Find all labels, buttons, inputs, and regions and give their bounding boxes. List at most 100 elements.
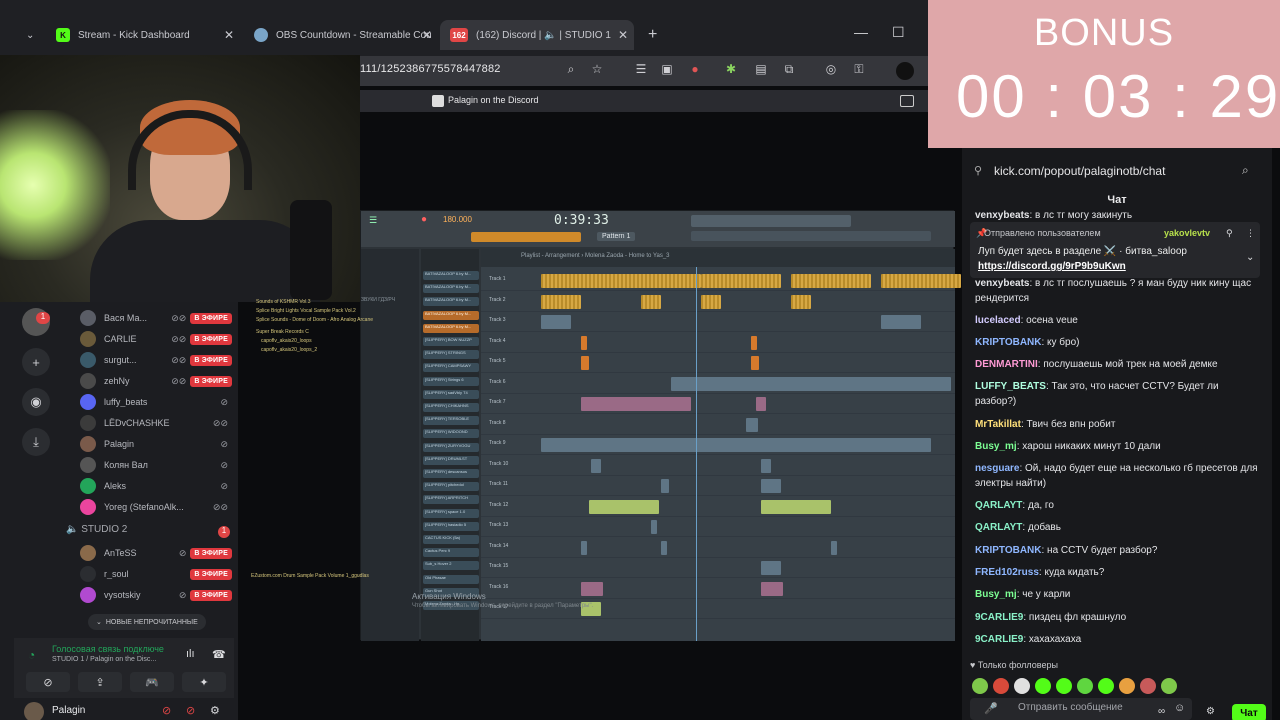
camera-off-button[interactable]: ⊘ [26,672,70,692]
close-icon[interactable]: ✕ [422,28,432,42]
popout-icon[interactable] [900,95,914,107]
pattern-clip[interactable] [761,561,781,575]
playlist-track[interactable]: Track 5 [481,353,955,373]
mic-muted-icon[interactable]: ⊘ [162,704,171,717]
chat-url[interactable]: kick.com/popout/palaginotb/chat [994,164,1165,178]
search-icon[interactable]: ⌕ [1242,163,1249,178]
channel-button[interactable]: BATIVAZALOOP 6.by M... [423,310,479,320]
emote-icon[interactable] [1035,678,1051,694]
pack-item[interactable]: Sounds of KSHMR Vol.3 [256,299,416,305]
emote-icon[interactable] [1161,678,1177,694]
channel-button[interactable]: CACTUS KICK (5a) [423,535,479,544]
pattern-clip[interactable] [589,499,659,514]
voice-channel-path[interactable]: STUDIO 1 / Palagin on the Disc... [52,656,156,663]
extension-icon[interactable]: ☰ [632,62,650,80]
gear-icon[interactable]: ⚙ [1206,706,1215,717]
new-tab-button[interactable]: + [638,22,658,48]
deafen-icon[interactable]: ⊘ [186,704,195,717]
search-icon[interactable]: ⌕ [562,62,580,80]
playlist-track[interactable]: Track 1 [481,271,961,291]
emote-icon[interactable] [993,678,1009,694]
channel-button[interactable]: BATIVAZALOOP 6.by M... [423,323,479,333]
channel-button[interactable]: [SLIPPERY] TERSOBLE [423,416,479,426]
pattern-clip[interactable] [591,458,601,473]
playlist-track[interactable]: Track 2 [481,292,955,312]
emote-icon[interactable] [1077,678,1093,694]
pattern-toolbar[interactable] [471,232,581,242]
minimize-icon[interactable]: — [854,24,868,40]
pattern-clip[interactable] [581,356,589,370]
close-icon[interactable]: ✕ [224,28,234,42]
emote-icon[interactable] [1014,678,1030,694]
pattern-clip[interactable] [791,294,811,309]
pattern-clip[interactable] [761,458,771,473]
playlist-track[interactable]: Track 3 [481,312,955,332]
emote-icon[interactable] [972,678,988,694]
channel-button[interactable]: Cactus Perc 9 [423,548,479,558]
pack-item[interactable]: Splice Bright Lights Vocal Sample Pack V… [256,308,416,314]
playlist-track[interactable]: Track 11 [481,476,955,496]
channel-button[interactable]: [SLIPPERY] CAMPSAWY [423,363,479,373]
channel-button[interactable]: [SLIPPERY] ARPRITCH [423,495,479,505]
playlist-track[interactable]: Track 9 [481,435,955,455]
menu-icon[interactable]: ☰ [369,215,377,226]
playlist-track[interactable]: Track 12 [481,497,955,517]
pattern-clip[interactable] [751,335,757,350]
channel-button[interactable]: Old Phasae [423,574,479,584]
pattern-clip[interactable] [581,335,587,350]
playhead[interactable] [696,267,697,641]
extension-icon[interactable]: ▤ [752,62,770,80]
channel-button[interactable]: [SLIPPERY] WIDOOND [423,429,479,439]
tool-buttons[interactable] [691,215,851,227]
playlist-track[interactable]: Track 13 [481,517,955,537]
playlist-track[interactable]: Track 4 [481,333,955,353]
avatar[interactable] [896,62,914,80]
pack-item[interactable]: capoflv_akais20_loops_2 [261,347,421,353]
pattern-clip[interactable] [661,540,667,555]
pin-icon[interactable]: ⚲ [1226,228,1233,239]
pattern-clip[interactable] [791,274,871,288]
settings-icon[interactable]: ⚲ [974,164,982,177]
playlist-track[interactable]: Track 10 [481,456,955,476]
emote-icon[interactable] [1140,678,1156,694]
voice-user[interactable]: Колян Вал ⊘ [80,455,232,475]
channel-button[interactable]: Sub_s Hover 2 [423,561,479,571]
emoji-icon[interactable]: ☺ [1174,702,1185,714]
tab-search-button[interactable]: ⌄ [16,22,36,48]
pack-item[interactable]: Super Break Records C [256,329,416,335]
voice-user[interactable]: zehNy ⊘⊘ В ЭФИРЕ [80,371,232,391]
gear-icon[interactable]: ⚙ [210,704,220,717]
pattern-clip[interactable] [541,315,571,329]
pattern-clip[interactable] [651,520,657,534]
extension-icon[interactable]: ● [686,62,704,80]
channel-button[interactable]: [SLIPPERY] Strings 6 [423,376,479,386]
channel-button[interactable]: [SLIPPERY] ZURYVOGU [423,442,479,452]
puzzle-icon[interactable]: ⧉ [780,62,798,80]
extension-icon[interactable]: ▣ [658,62,676,80]
channel-button[interactable]: [SLIPPERY] DRUMLST [423,455,479,465]
voice-user[interactable]: Palagin ⊘ [80,434,232,454]
chevron-down-icon[interactable]: ⌄ [1246,252,1254,263]
voice-user[interactable]: CARLIE ⊘⊘ В ЭФИРЕ [80,329,232,349]
voice-user[interactable]: vysotskiy ⊘ В ЭФИРЕ [80,585,232,605]
voice-user[interactable]: Yoreg (StefanoAlk... ⊘⊘ [80,497,232,517]
playlist-track[interactable]: Track 6 [481,374,955,394]
camera-icon[interactable]: ◎ [822,62,840,80]
download-icon[interactable]: ⤓ [22,428,50,456]
playlist-track[interactable]: Track 17 [481,599,955,619]
pattern-clip[interactable] [761,581,783,596]
channel-button[interactable]: BATIVAZALOOP 6.by M... [423,271,479,280]
channel-button[interactable]: [SLIPPERY] hasiadio 5 [423,521,479,531]
pattern-clip[interactable] [581,397,691,411]
pinned-user[interactable]: yakovlevtv [1164,228,1210,238]
pack-item[interactable]: capoflv_akais20_loops [261,338,421,344]
channel-button[interactable]: BATIVAZALOOP 6.by M... [423,297,479,307]
tab-kick-dashboard[interactable]: K Stream - Kick Dashboard ✕ [46,22,240,48]
channel-button[interactable]: [SLIPPERY] sadVbly T4 [423,389,479,399]
pattern-clip[interactable] [581,581,603,596]
send-button[interactable]: Чат [1232,704,1266,720]
playlist-track[interactable]: Track 14 [481,538,955,558]
pattern-clip[interactable] [541,294,581,309]
maximize-icon[interactable]: ☐ [892,24,905,41]
pattern-clip[interactable] [751,356,759,370]
